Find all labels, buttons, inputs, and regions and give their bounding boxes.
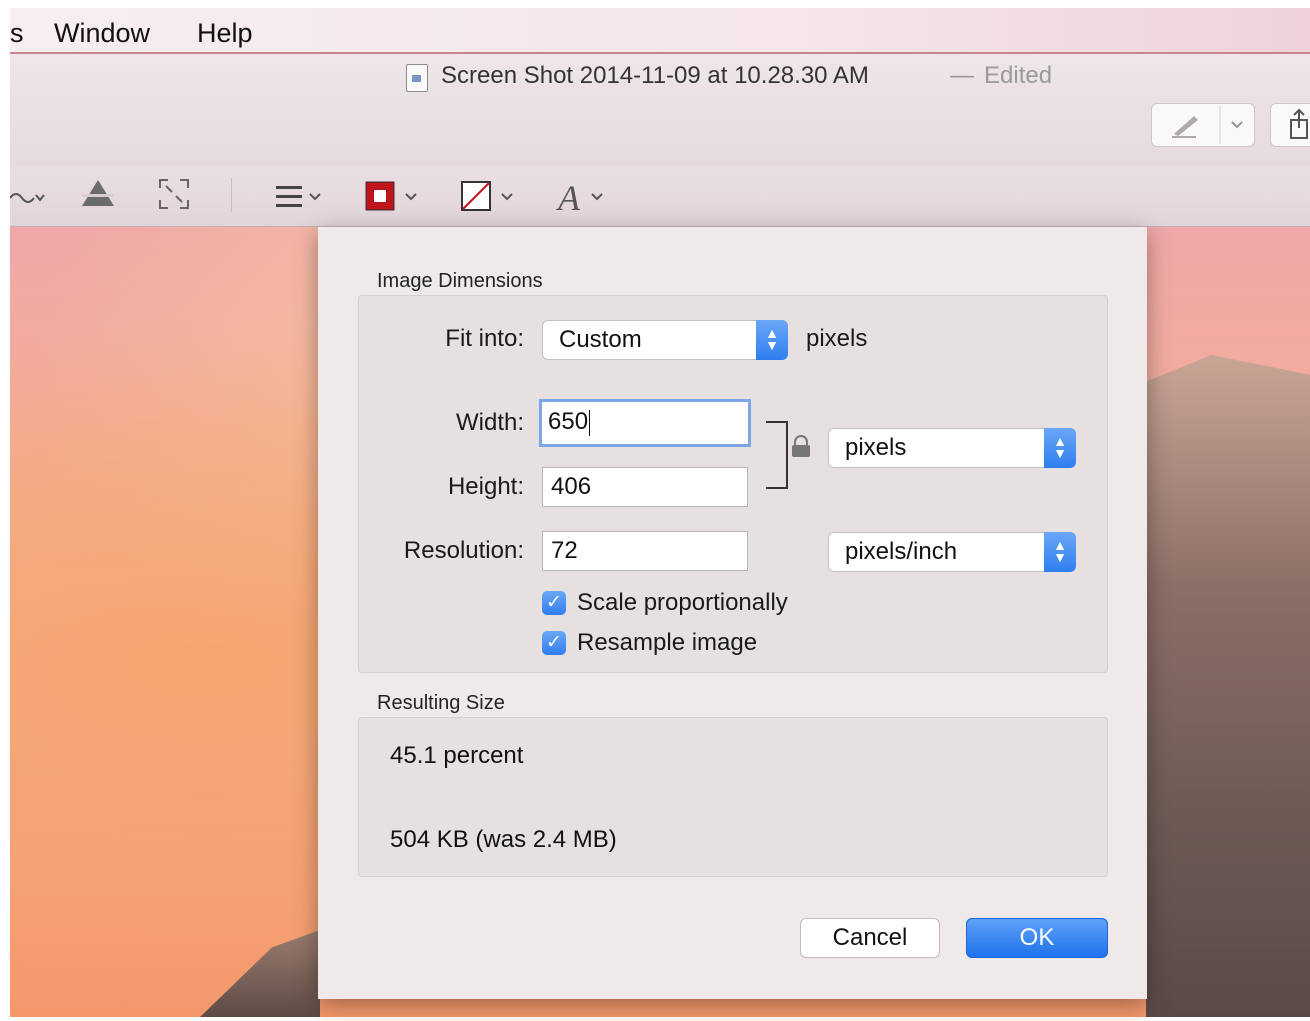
height-field[interactable]: 406	[542, 467, 748, 507]
line-style-icon[interactable]	[274, 180, 330, 214]
resolution-label: Resolution:	[403, 537, 524, 564]
checkmark-icon: ✓	[546, 632, 562, 653]
cancel-button[interactable]: Cancel	[800, 918, 940, 958]
image-dimensions-title: Image Dimensions	[377, 270, 543, 292]
menu-bar: s Window Help	[10, 8, 1310, 54]
fit-into-unit: pixels	[806, 325, 868, 352]
share-icon	[1290, 108, 1308, 139]
adjust-size-dialog: Image Dimensions Fit into: Custom ▲ ▼ pix…	[318, 227, 1147, 999]
size-unit-value: pixels	[845, 434, 907, 461]
width-label: Width:	[455, 409, 524, 436]
edited-status[interactable]: Edited	[984, 62, 1052, 90]
resulting-size-title: Resulting Size	[377, 692, 505, 714]
text-style-icon[interactable]: A	[556, 176, 612, 216]
scale-proportionally-checkbox[interactable]: ✓	[542, 591, 566, 615]
resolution-value: 72	[551, 537, 578, 564]
markup-toolbar	[10, 166, 1310, 227]
window-title: Screen Shot 2014-11-09 at 10.28.30 AM	[441, 62, 869, 89]
height-value: 406	[551, 473, 592, 500]
width-field[interactable]: 650	[539, 399, 751, 447]
size-unit-popup[interactable]: pixels ▲ ▼	[828, 428, 1076, 468]
border-color-icon[interactable]	[364, 180, 426, 214]
adjust-color-icon[interactable]	[78, 176, 118, 212]
fit-into-popup[interactable]: Custom ▲ ▼	[542, 320, 788, 360]
constrain-bracket	[766, 421, 788, 489]
fill-color-icon[interactable]	[460, 180, 522, 214]
resample-image-checkbox[interactable]: ✓	[542, 631, 566, 655]
resolution-unit-value: pixels/inch	[845, 538, 958, 565]
resample-image-label[interactable]: Resample image	[577, 629, 757, 657]
background-mountain	[1146, 355, 1310, 1017]
adjust-size-icon[interactable]	[158, 178, 190, 210]
chevron-down-icon	[1231, 121, 1243, 129]
fit-into-value: Custom	[559, 326, 642, 353]
resolution-field[interactable]: 72	[542, 531, 748, 571]
pen-icon	[1172, 106, 1243, 144]
resulting-file-size: 504 KB (was 2.4 MB)	[390, 826, 617, 853]
sketch-tool-icon[interactable]	[10, 180, 50, 214]
width-value: 650	[548, 408, 589, 435]
stepper-icon: ▲ ▼	[1044, 428, 1076, 468]
resulting-percent: 45.1 percent	[390, 742, 524, 769]
resolution-unit-popup[interactable]: pixels/inch ▲ ▼	[828, 532, 1076, 572]
menu-item-help[interactable]: Help	[197, 18, 253, 49]
text-caret	[589, 409, 591, 436]
share-button[interactable]	[1270, 103, 1310, 147]
menu-item-partial[interactable]: s	[10, 18, 24, 49]
lock-icon[interactable]	[792, 435, 810, 457]
document-icon	[406, 64, 428, 92]
ok-button[interactable]: OK	[966, 918, 1108, 958]
fit-into-label: Fit into:	[445, 325, 524, 352]
markup-toolbar-button[interactable]	[1151, 103, 1255, 147]
toolbar-divider	[231, 178, 232, 212]
menu-item-window[interactable]: Window	[54, 18, 150, 49]
scale-proportionally-label[interactable]: Scale proportionally	[577, 589, 788, 617]
stepper-icon: ▲ ▼	[1044, 532, 1076, 572]
checkmark-icon: ✓	[546, 592, 562, 613]
stepper-icon: ▲ ▼	[756, 320, 788, 360]
height-label: Height:	[447, 473, 524, 500]
title-separator: —	[950, 62, 974, 89]
svg-text:A: A	[556, 178, 581, 216]
